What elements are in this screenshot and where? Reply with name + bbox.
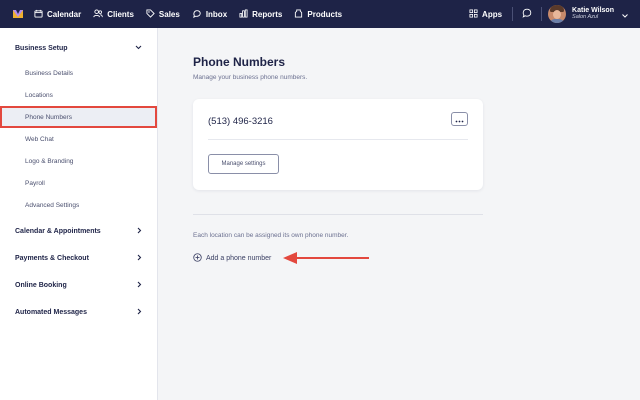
user-menu[interactable]: Katie Wilson Salon Azul <box>542 0 640 28</box>
card-divider <box>208 139 468 140</box>
more-dots-icon <box>455 110 464 128</box>
sidebar-item-label: Locations <box>25 91 53 99</box>
business-setup-items: Business Details Locations Phone Numbers… <box>0 62 157 216</box>
nav-clients[interactable]: Clients <box>93 0 134 28</box>
sidebar-section-label: Calendar & Appointments <box>15 228 101 235</box>
phone-number: (513) 496-3216 <box>208 116 273 127</box>
add-phone-number-label: Add a phone number <box>206 255 272 262</box>
chevron-right-icon <box>137 227 142 236</box>
sidebar-item-advanced-settings[interactable]: Advanced Settings <box>0 194 157 216</box>
nav-products-label: Products <box>307 9 343 19</box>
chevron-right-icon <box>137 281 142 290</box>
settings-sidebar: Business Setup Business Details Location… <box>0 28 158 400</box>
sidebar-item-label: Logo & Branding <box>25 157 74 165</box>
apps-grid-icon <box>469 8 482 20</box>
chat-button[interactable] <box>513 0 541 28</box>
sidebar-section-label: Online Booking <box>15 282 67 289</box>
add-phone-number-link[interactable]: Add a phone number <box>193 253 271 264</box>
manage-settings-button[interactable]: Manage settings <box>208 154 279 174</box>
sidebar-item-label: Business Details <box>25 69 74 77</box>
sidebar-section-calendar-appointments[interactable]: Calendar & Appointments <box>0 218 157 245</box>
sidebar-item-payroll[interactable]: Payroll <box>0 172 157 194</box>
sidebar-section-online-booking[interactable]: Online Booking <box>0 272 157 299</box>
page-title: Phone Numbers <box>193 55 286 69</box>
nav-inbox[interactable]: Inbox <box>192 0 227 28</box>
chevron-right-icon <box>137 254 142 263</box>
apps-button[interactable]: Apps <box>469 8 503 20</box>
products-icon <box>294 8 307 20</box>
sidebar-section-label: Business Setup <box>15 45 68 52</box>
nav-sales-label: Sales <box>158 9 180 19</box>
nav-reports[interactable]: Reports <box>239 0 282 28</box>
user-info: Katie Wilson Salon Azul <box>572 7 614 21</box>
sidebar-item-label: Payroll <box>25 179 45 187</box>
avatar <box>548 5 567 23</box>
top-nav-right: Apps Katie Wilson Salon Azul <box>469 0 640 28</box>
nav-calendar-label: Calendar <box>47 9 82 19</box>
reports-icon <box>239 8 252 20</box>
chevron-down-icon <box>135 45 142 52</box>
nav-sales[interactable]: Sales <box>146 0 180 28</box>
plus-circle-icon <box>193 253 206 264</box>
nav-inbox-label: Inbox <box>205 9 228 19</box>
nav-products[interactable]: Products <box>294 0 342 28</box>
annotation-arrow-icon <box>283 251 371 270</box>
sidebar-section-automated-messages[interactable]: Automated Messages <box>0 299 157 326</box>
sidebar-item-phone-numbers[interactable]: Phone Numbers <box>0 106 157 128</box>
chevron-right-icon <box>137 308 142 317</box>
sidebar-item-label: Advanced Settings <box>25 201 80 209</box>
sidebar-item-business-details[interactable]: Business Details <box>0 62 157 84</box>
sidebar-item-logo-branding[interactable]: Logo & Branding <box>0 150 157 172</box>
apps-label: Apps <box>482 9 503 19</box>
top-nav-bar: Calendar Clients Sales Inbox Reports Pro… <box>0 0 640 28</box>
info-text: Each location can be assigned its own ph… <box>193 232 349 239</box>
sidebar-section-label: Automated Messages <box>15 309 87 316</box>
sidebar-section-payments-checkout[interactable]: Payments & Checkout <box>0 245 157 272</box>
chevron-down-icon <box>622 5 628 23</box>
main-content: Phone Numbers Manage your business phone… <box>159 28 640 400</box>
user-name: Katie Wilson <box>572 7 614 15</box>
sidebar-section-label: Payments & Checkout <box>15 255 89 262</box>
page-subtitle: Manage your business phone numbers. <box>193 74 308 81</box>
clients-icon <box>93 8 107 20</box>
sidebar-item-label: Web Chat <box>25 135 54 143</box>
sidebar-section-business-setup[interactable]: Business Setup <box>0 35 157 62</box>
logo-icon[interactable] <box>12 8 24 20</box>
more-options-button[interactable] <box>451 112 468 126</box>
sidebar-item-locations[interactable]: Locations <box>0 84 157 106</box>
inbox-icon <box>192 9 206 20</box>
chat-bubble-icon <box>522 5 532 23</box>
nav-reports-label: Reports <box>252 9 283 19</box>
calendar-icon <box>34 9 47 20</box>
nav-calendar[interactable]: Calendar <box>34 0 81 28</box>
sidebar-item-web-chat[interactable]: Web Chat <box>0 128 157 150</box>
section-divider <box>193 214 483 215</box>
sidebar-item-label: Phone Numbers <box>25 113 72 121</box>
user-location: Salon Azul <box>572 14 599 21</box>
phone-number-card: (513) 496-3216 Manage settings <box>193 99 483 190</box>
sales-tag-icon <box>146 8 159 20</box>
nav-clients-label: Clients <box>107 9 134 19</box>
